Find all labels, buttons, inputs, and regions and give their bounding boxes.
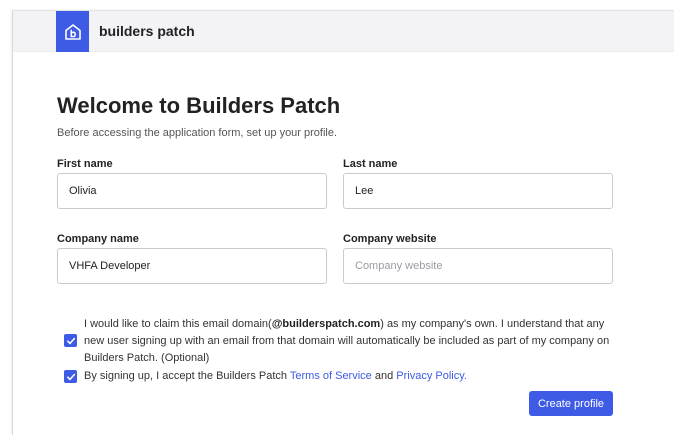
terms-text: By signing up, I accept the Builders Pat…: [84, 370, 467, 382]
page-title: Welcome to Builders Patch: [57, 93, 341, 118]
first-name-label: First name: [57, 158, 113, 170]
claim-domain-text: I would like to claim this email domain(…: [84, 318, 610, 364]
company-name-input[interactable]: [57, 248, 327, 284]
house-b-icon: [64, 23, 81, 40]
company-name-label: Company name: [57, 233, 139, 245]
terms-checkbox[interactable]: [64, 370, 77, 383]
company-website-input[interactable]: [343, 248, 613, 284]
logo[interactable]: [56, 11, 89, 52]
create-profile-button[interactable]: Create profile: [529, 391, 613, 416]
terms-of-service-link[interactable]: Terms of Service: [290, 370, 372, 382]
claim-domain-email: @builderspatch.com: [271, 318, 381, 330]
checkmark-icon: [66, 337, 75, 344]
claim-domain-checkbox[interactable]: [64, 334, 77, 347]
last-name-label: Last name: [343, 158, 398, 170]
privacy-policy-link[interactable]: Privacy Policy.: [396, 370, 467, 382]
first-name-input[interactable]: [57, 173, 327, 209]
company-website-label: Company website: [343, 233, 437, 245]
top-bar: builders patch: [13, 11, 674, 52]
brand-name: builders patch: [99, 23, 195, 39]
page-subtitle: Before accessing the application form, s…: [57, 127, 338, 139]
last-name-input[interactable]: [343, 173, 613, 209]
checkmark-icon: [66, 373, 75, 380]
app-window: builders patch Welcome to Builders Patch…: [12, 10, 674, 435]
